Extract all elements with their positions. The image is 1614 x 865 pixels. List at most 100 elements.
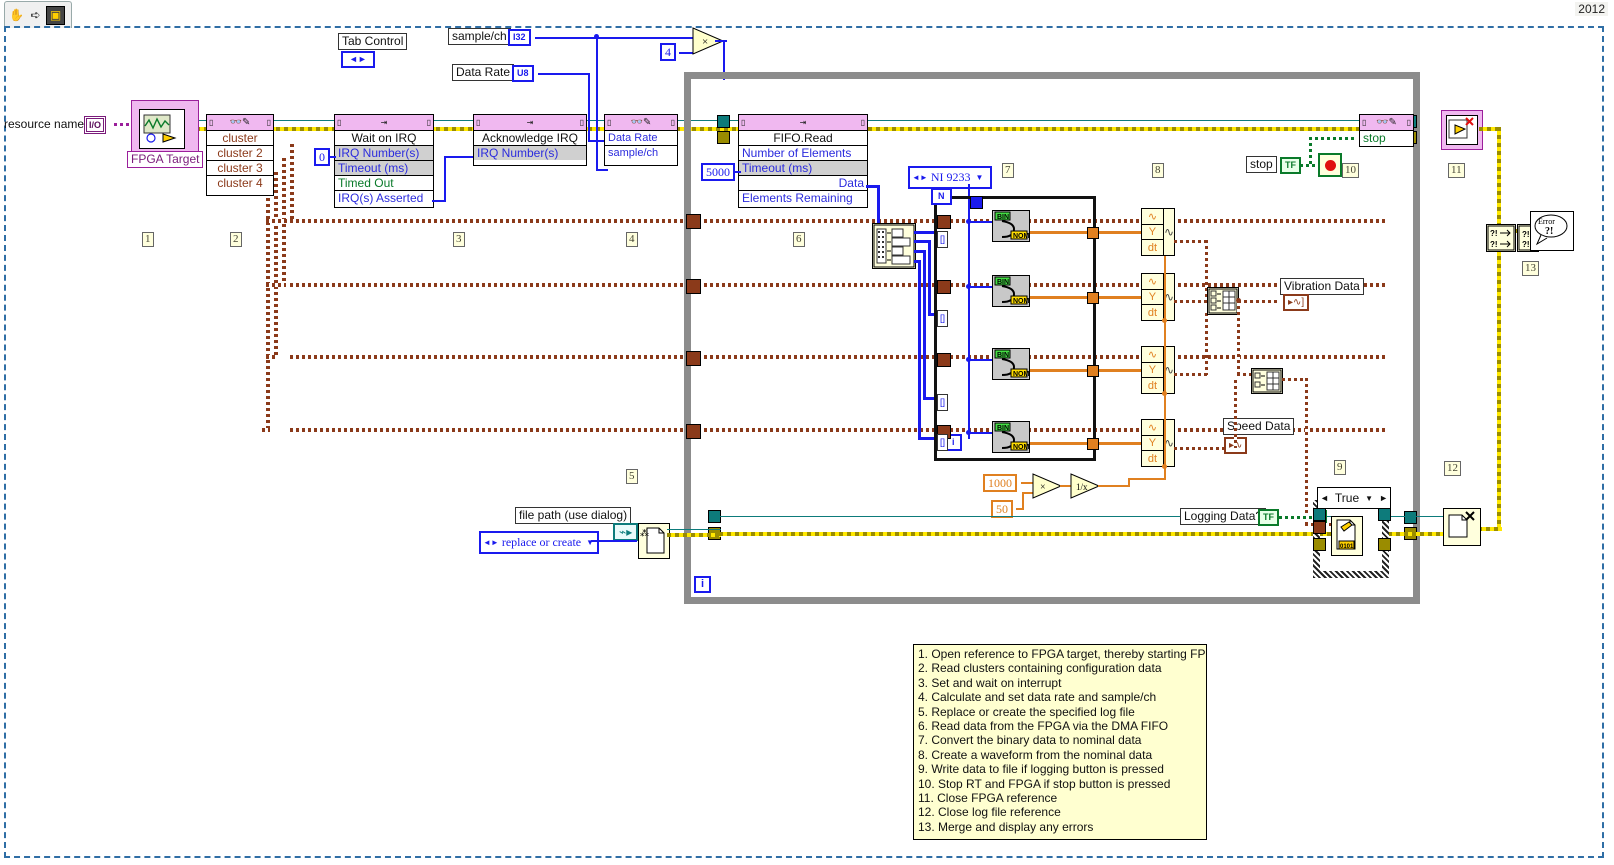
waveform-dt-input[interactable]: dt [1142, 378, 1163, 393]
case-next-arrow-icon[interactable]: ► [1379, 493, 1388, 503]
chevron-down-icon[interactable]: ▼ [1365, 494, 1373, 503]
fpga-open-reference-node[interactable] [131, 100, 199, 154]
wait-irqs-asserted-output[interactable]: IRQ(s) Asserted [335, 191, 433, 205]
replace-or-create-ring[interactable]: ◄► replace or create ▼ [479, 531, 599, 554]
reciprocal-function[interactable]: 1/x [1070, 473, 1100, 499]
svg-text:BIN: BIN [997, 352, 1009, 359]
wait-timeout-input[interactable]: Timeout (ms) [335, 161, 433, 176]
doc-line-2: 2. Read clusters containing configuratio… [918, 661, 1162, 676]
thousand-constant[interactable]: 1000 [983, 474, 1017, 492]
fifo-number-of-elements-input[interactable]: Number of Elements [739, 146, 867, 161]
fifo-read-node[interactable]: ▯ ⇥ ▯ FIFO.Read Number of Elements Timeo… [738, 114, 868, 208]
terminal-glyph-icon: ▯ [579, 118, 584, 127]
loop-tunnel-cluster4-left [686, 424, 701, 439]
file-path-terminal[interactable]: ⌁▸ [613, 523, 639, 541]
vibration-data-indicator[interactable]: ▸∿] [1283, 294, 1310, 311]
waveform-dt-input[interactable]: dt [1142, 240, 1163, 255]
wait-timed-out-output[interactable]: Timed Out [335, 176, 433, 191]
chevron-down-icon[interactable]: ▼ [976, 170, 984, 185]
wait-irq-number-input[interactable]: IRQ Number(s) [335, 146, 433, 161]
waveform-dt-input[interactable]: dt [1142, 305, 1163, 320]
fifo-timeout-constant[interactable]: 5000 [701, 163, 735, 181]
build-waveform-3[interactable]: ∿ Y dt ∿ [1141, 346, 1175, 394]
wire-junction [1162, 318, 1167, 323]
build-array-node-2[interactable] [1251, 368, 1283, 394]
data-rate-terminal[interactable]: U8 [512, 65, 534, 82]
fifo-data-output[interactable]: Data [739, 176, 867, 191]
config-sample-ch-input[interactable]: sample/ch [605, 146, 677, 160]
stop-loop-terminal[interactable] [1318, 153, 1342, 177]
waveform-dt-input[interactable]: dt [1142, 451, 1163, 466]
wait-on-irq-node[interactable]: ▯ ⇥ ▯ Wait on IRQ IRQ Number(s) Timeout … [334, 114, 434, 208]
toolbar[interactable]: ✋ ➪ ▣ [4, 1, 72, 28]
write-config-property-node[interactable]: ▯ 👓✎ ▯ Data Rate sample/ch [604, 114, 678, 166]
decimate-array-node[interactable] [872, 223, 916, 269]
logging-data-terminal[interactable]: TF [1258, 509, 1279, 526]
write-to-file-node[interactable]: 0101 [1331, 516, 1363, 556]
wire-fileref-to-close [1388, 516, 1444, 517]
wire-cluster-3-v [274, 172, 278, 358]
resource-name-terminal[interactable]: I/O [84, 116, 107, 134]
config-data-rate-input[interactable]: Data Rate [605, 131, 677, 146]
wire-wf-out-3-v [1205, 313, 1208, 375]
waveform-y-input[interactable]: Y [1142, 225, 1163, 241]
open-create-file-node[interactable]: ⁂ [638, 523, 670, 559]
stop-control-terminal[interactable]: TF [1280, 157, 1301, 174]
binary-to-nominal-vi-2[interactable]: BIN NOM [992, 275, 1030, 307]
wire-cluster-1-h [266, 219, 294, 223]
build-array-node-1[interactable] [1207, 287, 1239, 315]
ring-left-arrow-icon[interactable]: ◄► [912, 170, 928, 185]
binary-to-nominal-vi-1[interactable]: BIN NOM [992, 210, 1030, 242]
waveform-y-input[interactable]: Y [1142, 290, 1163, 306]
multiplier-constant[interactable]: 4 [660, 43, 676, 61]
build-waveform-1[interactable]: ∿ Y dt ∿ [1141, 208, 1175, 256]
case-selector[interactable]: ◄ True ▼ ► [1317, 487, 1391, 509]
terminal-glyph-icon: ▯ [266, 118, 271, 127]
close-file-reference-node[interactable] [1443, 508, 1481, 546]
build-waveform-2[interactable]: ∿ Y dt ∿ [1141, 273, 1175, 321]
ring-left-arrow-icon[interactable]: ◄► [483, 535, 499, 550]
fifo-elements-remaining-output[interactable]: Elements Remaining [739, 191, 867, 205]
wire-nominal-4 [1030, 442, 1142, 445]
fifo-timeout-input[interactable]: Timeout (ms) [739, 161, 867, 176]
merge-errors-node[interactable]: ?! ?! [1486, 224, 1516, 252]
terminal-glyph-icon: ▯ [209, 118, 214, 127]
waveform-y-input[interactable]: Y [1142, 436, 1163, 452]
build-waveform-4[interactable]: ∿ Y dt ∿ [1141, 419, 1175, 467]
doc-line-9: 9. Write data to file if logging button … [918, 762, 1164, 777]
doc-line-8: 8. Create a waveform from the nominal da… [918, 747, 1153, 762]
cluster-row-4[interactable]: cluster 4 [207, 176, 273, 190]
chevron-down-icon[interactable]: ▼ [586, 535, 594, 550]
ack-irq-number-input[interactable]: IRQ Number(s) [474, 146, 586, 160]
cluster-row-2[interactable]: cluster 2 [207, 146, 273, 161]
while-loop-iteration-terminal: i [694, 576, 712, 593]
cluster-row-1[interactable]: cluster [207, 131, 273, 146]
tab-control-terminal[interactable]: ◄► [341, 51, 375, 68]
sample-per-ch-terminal[interactable]: I32 [508, 29, 531, 46]
case-prev-arrow-icon[interactable]: ◄ [1320, 493, 1329, 503]
waveform-y-input[interactable]: Y [1142, 363, 1163, 379]
stop-property-node[interactable]: ▯ 👓✎ ▯ stop [1359, 114, 1414, 147]
svg-text:?!: ?! [1522, 240, 1530, 249]
wire-irq-const [328, 156, 336, 158]
multiply-rate-function[interactable]: × [1032, 473, 1062, 499]
binary-to-nominal-vi-4[interactable]: BIN NOM [992, 421, 1030, 453]
ni-module-ring[interactable]: ◄► NI 9233 ▼ [908, 166, 992, 189]
for-output-tunnel-3 [1087, 365, 1099, 377]
hand-tool-icon[interactable]: ✋ [8, 7, 25, 24]
acknowledge-irq-node[interactable]: ▯ ⇥ ▯ Acknowledge IRQ IRQ Number(s) [473, 114, 587, 166]
vi-icon-icon[interactable]: ▣ [46, 5, 65, 25]
cluster-row-3[interactable]: cluster 3 [207, 161, 273, 176]
close-fpga-reference-node[interactable] [1441, 110, 1483, 150]
simple-error-handler-node[interactable]: Error ?! [1530, 211, 1574, 251]
waveform-glyph-icon: ∿ [1142, 420, 1163, 436]
read-clusters-property-node[interactable]: ▯ 👓✎ ▯ cluster cluster 2 cluster 3 clust… [206, 114, 274, 196]
wire-irq-asserted-up [444, 156, 446, 202]
invoke-node-arrow-icon: ⇥ [526, 118, 534, 127]
wire-fifo-timeout [733, 171, 741, 173]
arrow-right-icon[interactable]: ➪ [27, 7, 44, 24]
binary-to-nominal-vi-3[interactable]: BIN NOM [992, 348, 1030, 380]
stop-input-row[interactable]: stop [1360, 131, 1413, 145]
svg-text:1/x: 1/x [1076, 482, 1088, 492]
terminal-glyph-icon: ▯ [337, 118, 342, 127]
